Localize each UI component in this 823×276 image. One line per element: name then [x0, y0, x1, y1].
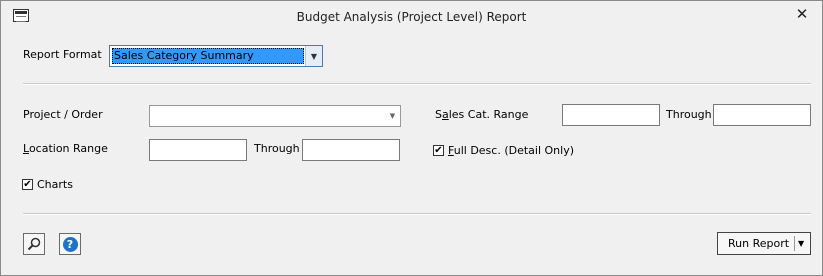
sales-cat-from-input[interactable]	[562, 104, 660, 126]
window-title: Budget Analysis (Project Level) Report	[296, 10, 527, 24]
location-through-label: Through	[254, 142, 300, 155]
report-format-label: Report Format	[23, 48, 102, 61]
charts-label: Charts	[37, 178, 73, 191]
chevron-down-icon[interactable]: ▼	[385, 106, 400, 126]
close-icon[interactable]: ✕	[792, 4, 812, 24]
run-report-button[interactable]: Run Report ▼	[717, 232, 811, 255]
full-desc-label: Full Desc. (Detail Only)	[448, 144, 575, 157]
location-range-label: Location Range	[23, 142, 108, 155]
sales-cat-range-label: Sales Cat. Range	[435, 108, 529, 121]
charts-checkbox[interactable]: ✔	[22, 179, 33, 190]
split-divider	[794, 236, 795, 251]
help-button[interactable]: ?	[59, 233, 81, 255]
help-icon: ?	[62, 236, 78, 252]
report-format-selected-value: Sales Category Summary	[112, 48, 304, 64]
sales-cat-to-input[interactable]	[713, 104, 811, 126]
chevron-down-icon[interactable]: ▼	[798, 239, 804, 248]
divider-bottom	[23, 213, 811, 215]
full-desc-checkbox[interactable]: ✔	[433, 145, 444, 156]
project-order-label: Project / Order	[23, 108, 103, 121]
run-report-label: Run Report	[728, 237, 790, 250]
chevron-down-icon[interactable]: ▼	[305, 46, 322, 66]
location-to-input[interactable]	[302, 139, 400, 161]
search-button[interactable]	[23, 233, 45, 255]
location-from-input[interactable]	[149, 139, 247, 161]
report-window: Budget Analysis (Project Level) Report ✕…	[0, 0, 823, 276]
divider-top	[23, 83, 811, 85]
report-format-select[interactable]: Sales Category Summary ▼	[109, 45, 323, 67]
search-icon	[27, 237, 41, 251]
sales-cat-through-label: Through	[666, 108, 712, 121]
title-bar: Budget Analysis (Project Level) Report ✕	[1, 1, 822, 33]
project-order-select[interactable]: ▼	[149, 105, 401, 127]
